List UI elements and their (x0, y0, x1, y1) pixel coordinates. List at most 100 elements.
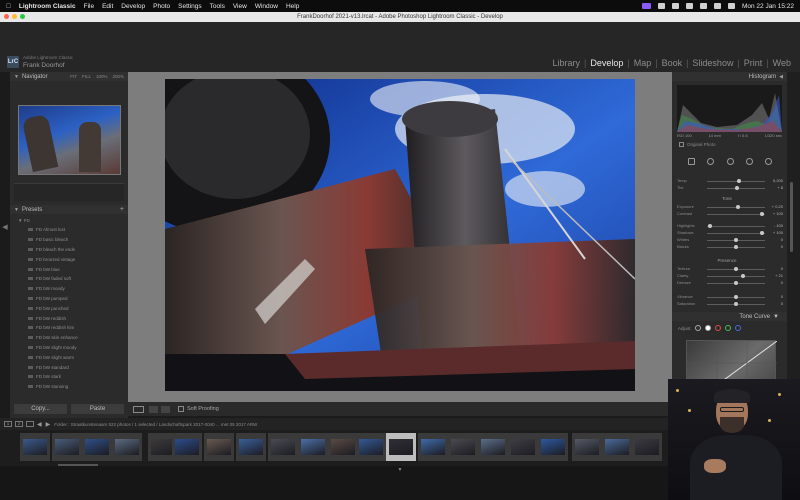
slider-value[interactable]: 0 (781, 244, 783, 249)
menu-help[interactable]: Help (286, 3, 299, 10)
module-slideshow[interactable]: Slideshow (691, 58, 734, 68)
add-preset-icon[interactable]: + (120, 206, 124, 213)
module-library[interactable]: Library (551, 58, 581, 68)
menu-view[interactable]: View (233, 3, 247, 10)
filmstrip-thumbnail[interactable] (112, 433, 142, 461)
menu-settings[interactable]: Settings (178, 3, 202, 10)
preset-item[interactable]: FD bronzed vintage (14, 254, 128, 264)
preset-item[interactable]: FD bW reddish kim (14, 323, 128, 333)
soft-proofing-checkbox[interactable] (178, 406, 184, 412)
filmstrip-thumbnail[interactable] (20, 433, 50, 461)
filmstrip-thumbnail[interactable] (172, 433, 202, 461)
slider-track[interactable] (707, 214, 765, 215)
zoom-window-icon[interactable] (20, 14, 25, 19)
module-web[interactable]: Web (772, 58, 792, 68)
menubar-clock[interactable]: Mon 22 Jan 15:22 (742, 3, 794, 10)
point-curve-icon[interactable] (704, 325, 711, 331)
original-photo-toggle[interactable]: Original Photo (679, 142, 716, 147)
paste-button[interactable]: Paste (71, 404, 124, 414)
filmstrip-thumbnail[interactable] (418, 433, 448, 461)
menu-file[interactable]: File (84, 3, 94, 10)
slider-track[interactable] (707, 233, 765, 234)
search-icon[interactable] (713, 3, 721, 9)
wifi-icon[interactable] (699, 3, 707, 9)
masking-icon[interactable] (765, 158, 772, 165)
slider-highlights[interactable]: Highlights - 100 (677, 223, 783, 230)
slider-value[interactable]: 5,200 (773, 178, 783, 183)
slider-knob[interactable] (734, 281, 738, 285)
histogram-header[interactable]: Histogram ◀ (672, 72, 787, 81)
filmstrip-thumbnail[interactable] (602, 433, 632, 461)
zoom-200[interactable]: 200% (112, 74, 124, 79)
page-1-button[interactable]: 1 (4, 421, 12, 427)
slider-knob[interactable] (734, 238, 738, 242)
module-develop[interactable]: Develop (589, 58, 624, 68)
filmstrip-thumbnail[interactable] (328, 433, 358, 461)
menu-tools[interactable]: Tools (210, 3, 225, 10)
original-photo-checkbox[interactable] (679, 142, 684, 147)
zoom-fit[interactable]: FIT (70, 74, 77, 79)
red-eye-icon[interactable] (745, 158, 753, 165)
slider-track[interactable] (707, 226, 765, 227)
slider-whites[interactable]: Whites 0 (677, 237, 783, 244)
slider-value[interactable]: 0 (781, 237, 783, 242)
slider-knob[interactable] (760, 212, 765, 216)
slider-value[interactable]: + 100 (773, 230, 783, 235)
tone-curve-header[interactable]: Tone Curve ▼ (672, 312, 787, 321)
preset-item[interactable]: FD Almost lost (14, 225, 128, 235)
green-channel-icon[interactable] (724, 325, 731, 331)
slider-value[interactable]: - 100 (774, 223, 783, 228)
slider-value[interactable]: 0 (781, 280, 783, 285)
history-panel-collapsed[interactable] (14, 183, 124, 201)
module-map[interactable]: Map (633, 58, 653, 68)
scrollbar-thumb[interactable] (790, 182, 793, 252)
minimize-window-icon[interactable] (12, 14, 17, 19)
slider-knob[interactable] (707, 224, 712, 228)
preset-item[interactable]: FD bW pumped (14, 294, 128, 304)
slider-value[interactable]: 0 (781, 301, 783, 306)
close-window-icon[interactable] (4, 14, 9, 19)
slider-texture[interactable]: Texture 0 (677, 266, 783, 273)
slider-value[interactable]: + 0.20 (772, 204, 783, 209)
apple-icon[interactable]:  (6, 3, 11, 10)
filmstrip-thumbnail[interactable] (538, 433, 568, 461)
slider-value[interactable]: + 21 (775, 273, 783, 278)
preset-item[interactable]: FD bW slight warm (14, 352, 128, 362)
slider-knob[interactable] (734, 295, 738, 299)
module-book[interactable]: Book (661, 58, 684, 68)
navigator-preview[interactable] (18, 105, 121, 175)
slider-knob[interactable] (734, 302, 738, 306)
before-after-icon[interactable] (149, 405, 158, 413)
preset-folder[interactable]: ▼ FD (14, 216, 128, 225)
preset-item[interactable]: FD bW stunning (14, 382, 128, 392)
preset-item[interactable]: FD bW moody (14, 284, 128, 294)
battery-icon[interactable] (685, 3, 693, 9)
filmstrip-thumbnail[interactable] (356, 433, 386, 461)
preset-item[interactable]: FD bW punched (14, 303, 128, 313)
slider-knob[interactable] (735, 186, 740, 190)
loupe-view-icon[interactable] (133, 405, 144, 413)
slider-knob[interactable] (735, 205, 740, 209)
preset-item[interactable]: FD bleach the ends (14, 245, 128, 255)
slider-knob[interactable] (760, 231, 765, 235)
filmstrip-toggle-icon[interactable]: ▼ (396, 467, 404, 473)
zoom-100[interactable]: 100% (96, 74, 108, 79)
filmstrip-thumbnail[interactable] (268, 433, 298, 461)
preset-item[interactable]: FD bW stark (14, 372, 128, 382)
filmstrip-thumbnail[interactable] (508, 433, 538, 461)
navigator-header[interactable]: ▼ Navigator FIT FILL 100% 200% (10, 72, 128, 81)
control-center-icon[interactable] (727, 3, 735, 9)
filmstrip-thumbnail[interactable] (82, 433, 112, 461)
slider-exposure[interactable]: Exposure + 0.20 (677, 204, 783, 211)
histogram[interactable] (677, 85, 782, 132)
menu-app-name[interactable]: Lightroom Classic (19, 3, 76, 10)
menu-edit[interactable]: Edit (102, 3, 113, 10)
preset-item[interactable]: FD bW skin enhance (14, 333, 128, 343)
preset-item[interactable]: FD bW slight moody (14, 343, 128, 353)
menu-window[interactable]: Window (255, 3, 278, 10)
menu-develop[interactable]: Develop (121, 3, 145, 10)
slider-tint[interactable]: Tint + 8 (677, 185, 783, 192)
filmstrip-thumbnail[interactable] (298, 433, 328, 461)
preset-item[interactable]: FD bW standard (14, 362, 128, 372)
slider-value[interactable]: 0 (781, 294, 783, 299)
